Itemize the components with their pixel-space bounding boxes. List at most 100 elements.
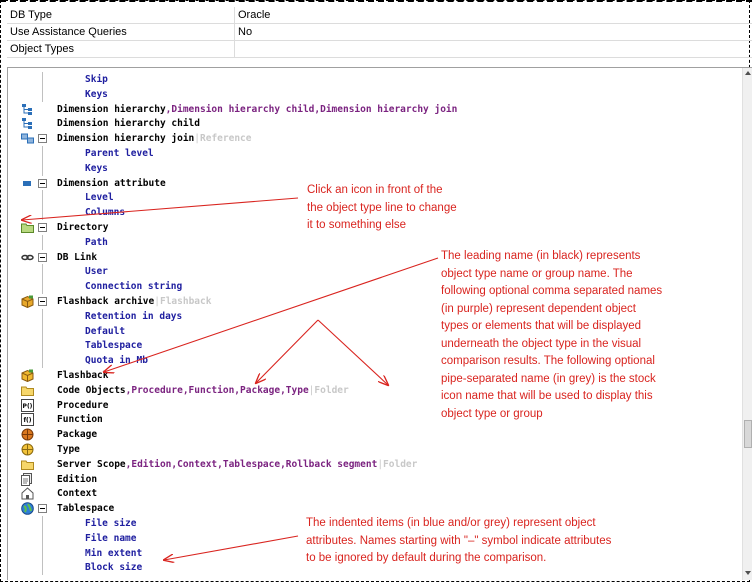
object-type-label: Dimension hierarchy join|Reference xyxy=(57,131,252,146)
tree-line xyxy=(42,146,43,161)
stock-icon-name: Reference xyxy=(200,133,252,145)
annotation-line: The leading name (in black) represents xyxy=(441,250,641,262)
hierarchy-join-icon[interactable] xyxy=(21,132,34,145)
annotation-line: attributes. Names starting with "–" symb… xyxy=(306,534,612,547)
package-icon[interactable] xyxy=(21,428,34,441)
annotation-line: icon name that will be used to display t… xyxy=(441,390,653,402)
object-type-label: Package xyxy=(57,427,97,442)
prop-row-use-assistance-queries[interactable]: Use Assistance Queries No xyxy=(7,24,752,41)
object-type-label: Tablespace xyxy=(57,501,114,516)
attribute-name: Min extent xyxy=(85,547,143,559)
object-type-label: Flashback archive|Flashback xyxy=(57,294,211,309)
db-link-icon[interactable] xyxy=(21,251,34,264)
prop-row-object-types[interactable]: Object Types xyxy=(7,41,752,58)
object-type-label: Dimension attribute xyxy=(57,176,166,191)
object-type-row[interactable]: Tablespace xyxy=(8,501,748,516)
type-icon[interactable] xyxy=(21,443,34,456)
collapse-toggle-icon[interactable] xyxy=(38,134,47,144)
tree-line xyxy=(42,338,43,354)
annotation-line: (in purple) represent dependent object xyxy=(441,302,636,315)
stock-icon-name: Folder xyxy=(314,384,349,396)
collapse-toggle-icon[interactable] xyxy=(38,504,47,514)
annotation-line: object type or group xyxy=(441,407,543,420)
prop-row-db-type[interactable]: DB Type Oracle xyxy=(7,7,752,24)
attribute-name: Block size xyxy=(85,562,143,574)
object-type-row[interactable]: Package xyxy=(8,427,748,442)
prop-name: DB Type xyxy=(10,9,52,21)
vertical-scrollbar[interactable] xyxy=(742,68,752,580)
attribute-row[interactable]: Skip xyxy=(8,72,748,87)
object-type-row[interactable]: Context xyxy=(8,486,748,501)
attribute-name: Default xyxy=(85,325,126,337)
prop-value[interactable]: No xyxy=(238,24,252,40)
hierarchy-icon[interactable] xyxy=(21,117,34,130)
scroll-up-arrow-icon[interactable] xyxy=(745,71,751,75)
object-type-row[interactable]: Dimension hierarchy child xyxy=(8,116,748,131)
function-icon[interactable]: f() xyxy=(21,413,34,427)
object-type-row[interactable]: Dimension hierarchy,Dimension hierarchy … xyxy=(8,102,748,117)
prop-value[interactable]: Oracle xyxy=(238,7,270,23)
dependent-types: ,Dimension hierarchy child,Dimension hie… xyxy=(165,103,458,115)
collapse-toggle-icon[interactable] xyxy=(38,223,47,232)
collapse-toggle-icon[interactable] xyxy=(38,178,47,188)
tablespace-icon[interactable] xyxy=(21,502,34,515)
tree-line xyxy=(42,323,43,339)
object-type-label: Edition xyxy=(57,472,97,487)
tree-line xyxy=(42,530,43,546)
object-type-row[interactable]: Type xyxy=(8,442,748,457)
context-icon[interactable] xyxy=(21,487,34,500)
dependent-types: ,Edition,Context,Tablespace,Rollback seg… xyxy=(125,458,378,470)
attribute-name: Path xyxy=(85,236,108,248)
stock-icon-name: Flashback xyxy=(159,296,212,307)
object-type-label: Flashback xyxy=(57,368,108,383)
object-type-row[interactable]: Dimension hierarchy join|Reference xyxy=(8,131,748,146)
scroll-thumb[interactable] xyxy=(744,420,752,448)
prop-divider xyxy=(234,7,235,23)
object-type-name: Dimension hierarchy xyxy=(57,103,166,115)
attribute-row[interactable]: Keys xyxy=(8,160,748,176)
object-type-label: Procedure xyxy=(57,398,108,413)
object-type-name: Dimension hierarchy child xyxy=(57,118,200,130)
object-type-name: Function xyxy=(57,414,103,426)
flashback-icon[interactable] xyxy=(21,369,34,383)
attribute-row[interactable]: Keys xyxy=(8,86,748,102)
tree-line xyxy=(42,264,43,280)
object-type-label: Server Scope,Edition,Context,Tablespace,… xyxy=(57,457,417,472)
collapse-toggle-icon[interactable] xyxy=(38,297,47,306)
object-type-name: Edition xyxy=(57,473,98,485)
prop-divider xyxy=(234,41,235,57)
annotation-line: to be ignored by default during the comp… xyxy=(306,552,547,564)
directory-icon[interactable] xyxy=(21,221,34,234)
object-type-name: Package xyxy=(57,429,98,441)
annotation-line: object type name or group name. The xyxy=(441,267,633,280)
collapse-toggle-icon[interactable] xyxy=(38,252,47,262)
annotation-line: it to something else xyxy=(307,219,407,231)
flashback-archive-icon[interactable] xyxy=(21,295,34,309)
prop-name: Object Types xyxy=(10,43,74,55)
svg-text:P(): P() xyxy=(23,403,33,410)
attribute-name: Columns xyxy=(85,207,126,219)
attribute-name: Parent level xyxy=(85,148,154,159)
tree-line xyxy=(42,86,43,102)
attribute-name: File size xyxy=(85,518,137,529)
object-type-name: Server Scope xyxy=(57,458,126,470)
scroll-down-arrow-icon[interactable] xyxy=(745,571,751,575)
annotation-line: The indented items (in blue and/or grey)… xyxy=(306,517,596,529)
object-type-row[interactable]: Server Scope,Edition,Context,Tablespace,… xyxy=(8,457,748,472)
attribute-name: Keys xyxy=(85,88,108,100)
folder-icon[interactable] xyxy=(21,458,34,471)
attribute-icon[interactable] xyxy=(21,177,34,190)
attribute-name: User xyxy=(85,266,108,278)
edition-icon[interactable] xyxy=(21,472,34,486)
procedure-icon[interactable]: P() xyxy=(21,398,34,412)
attribute-row[interactable]: Parent level xyxy=(8,146,748,161)
tree-line xyxy=(42,234,43,250)
tree-line xyxy=(42,72,43,87)
folder-icon[interactable] xyxy=(21,384,34,397)
tree-line xyxy=(42,560,43,576)
hierarchy-icon[interactable] xyxy=(21,103,34,116)
object-type-name: Directory xyxy=(57,222,109,233)
annotation-line: comparison results. The following option… xyxy=(441,355,655,367)
object-type-row[interactable]: Edition xyxy=(8,472,748,487)
prop-name: Use Assistance Queries xyxy=(10,26,127,38)
